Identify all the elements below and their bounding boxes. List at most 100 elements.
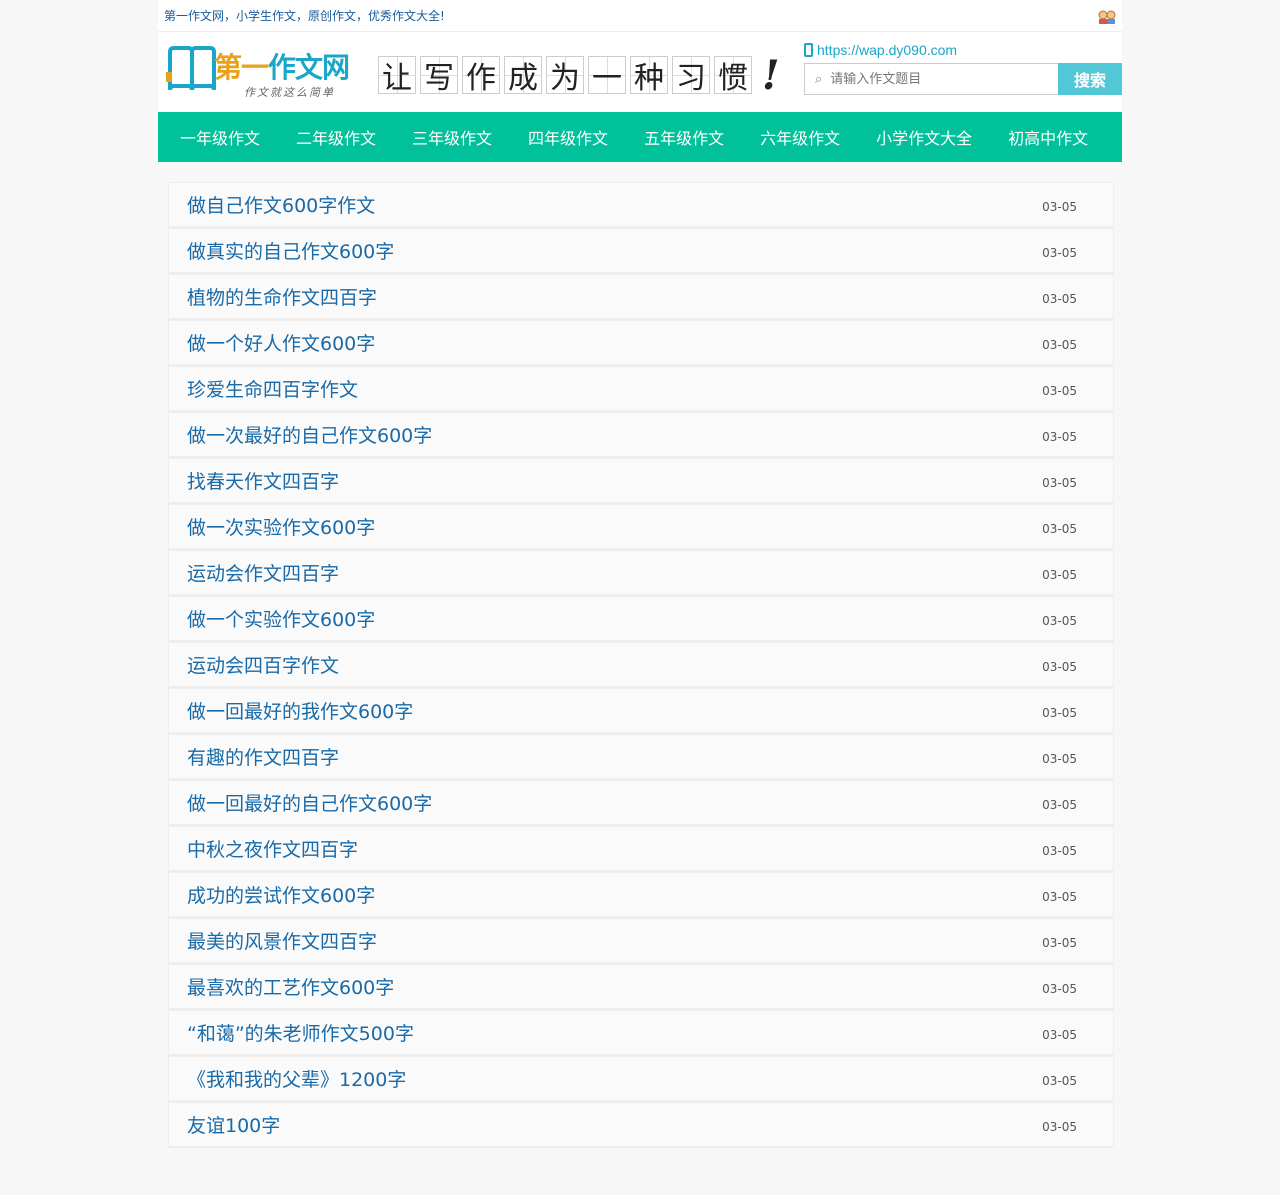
motto-char: 习 — [672, 56, 710, 96]
article-date: 03-05 — [1042, 1119, 1077, 1134]
motto-char: 一 — [588, 56, 626, 96]
article-date: 03-05 — [1042, 521, 1077, 536]
list-item: “和蔼”的朱老师作文500字 03-05 — [168, 1010, 1114, 1056]
motto-banner: 让写作成为一种习惯! — [378, 50, 780, 100]
nav-item[interactable]: 初高中作文 — [1008, 125, 1088, 149]
list-item: 成功的尝试作文600字 03-05 — [168, 872, 1114, 918]
article-title-link[interactable]: 成功的尝试作文600字 — [187, 881, 375, 908]
nav-item[interactable]: 二年级作文 — [296, 125, 376, 149]
article-date: 03-05 — [1042, 705, 1077, 720]
search-icon: ⌕ — [815, 71, 823, 87]
article-title-link[interactable]: 找春天作文四百字 — [187, 467, 339, 494]
site-logo[interactable]: 第一作文网 作文就这么简单 — [164, 40, 364, 102]
motto-char: 让 — [378, 56, 416, 96]
article-date: 03-05 — [1042, 935, 1077, 950]
article-date: 03-05 — [1042, 1027, 1077, 1042]
article-title-link[interactable]: 做一回最好的自己作文600字 — [187, 789, 432, 816]
site-header: 第一作文网 作文就这么简单 让写作成为一种习惯! https://wap.dy0… — [158, 32, 1122, 112]
article-date: 03-05 — [1042, 199, 1077, 214]
article-title-link[interactable]: 做一次最好的自己作文600字 — [187, 421, 432, 448]
list-item: 找春天作文四百字 03-05 — [168, 458, 1114, 504]
article-date: 03-05 — [1042, 751, 1077, 766]
mobile-link-text: https://wap.dy090.com — [817, 42, 958, 58]
list-item: 植物的生命作文四百字 03-05 — [168, 274, 1114, 320]
search-field: ⌕ — [804, 63, 1058, 95]
list-item: 运动会四百字作文 03-05 — [168, 642, 1114, 688]
article-title-link[interactable]: 运动会作文四百字 — [187, 559, 339, 586]
top-bar: 第一作文网，小学生作文，原创作文，优秀作文大全! — [158, 0, 1122, 32]
article-date: 03-05 — [1042, 613, 1077, 628]
search-input[interactable] — [828, 70, 1033, 88]
nav-item[interactable]: 五年级作文 — [644, 125, 724, 149]
motto-char: 成 — [504, 56, 542, 96]
nav-item[interactable]: 四年级作文 — [528, 125, 608, 149]
motto-char: 作 — [462, 56, 500, 96]
article-date: 03-05 — [1042, 337, 1077, 352]
article-date: 03-05 — [1042, 291, 1077, 306]
search-box: ⌕ 搜索 — [804, 63, 1122, 95]
article-title-link[interactable]: 做自己作文600字作文 — [187, 191, 375, 218]
article-title-link[interactable]: 中秋之夜作文四百字 — [187, 835, 358, 862]
article-title-link[interactable]: 最喜欢的工艺作文600字 — [187, 973, 394, 1000]
article-title-link[interactable]: 有趣的作文四百字 — [187, 743, 339, 770]
motto-char: 为 — [546, 56, 584, 96]
list-item: 做一次实验作文600字 03-05 — [168, 504, 1114, 550]
list-item: 做一个好人作文600字 03-05 — [168, 320, 1114, 366]
list-item: 运动会作文四百字 03-05 — [168, 550, 1114, 596]
site-slogan: 第一作文网，小学生作文，原创作文，优秀作文大全! — [164, 9, 445, 23]
logo-title: 第一作文网 — [214, 51, 350, 84]
mobile-site-link[interactable]: https://wap.dy090.com — [804, 42, 957, 58]
logo-subtitle: 作文就这么简单 — [244, 86, 335, 99]
motto-exclamation: ! — [762, 51, 780, 99]
list-item: 最美的风景作文四百字 03-05 — [168, 918, 1114, 964]
list-item: 做一回最好的自己作文600字 03-05 — [168, 780, 1114, 826]
list-item: 最喜欢的工艺作文600字 03-05 — [168, 964, 1114, 1010]
article-title-link[interactable]: 植物的生命作文四百字 — [187, 283, 377, 310]
article-title-link[interactable]: 做一个好人作文600字 — [187, 329, 375, 356]
article-date: 03-05 — [1042, 1073, 1077, 1088]
page-wrapper: 第一作文网，小学生作文，原创作文，优秀作文大全! 第一作文网 作文就这么简单 让… — [158, 0, 1122, 1148]
article-title-link[interactable]: 做一回最好的我作文600字 — [187, 697, 413, 724]
article-title-link[interactable]: 友谊100字 — [187, 1111, 280, 1138]
book-icon — [166, 46, 216, 91]
phone-icon — [804, 43, 813, 57]
article-title-link[interactable]: 最美的风景作文四百字 — [187, 927, 377, 954]
list-item: 有趣的作文四百字 03-05 — [168, 734, 1114, 780]
article-date: 03-05 — [1042, 383, 1077, 398]
list-item: 做一回最好的我作文600字 03-05 — [168, 688, 1114, 734]
article-date: 03-05 — [1042, 429, 1077, 444]
list-item: 友谊100字 03-05 — [168, 1102, 1114, 1148]
nav-item[interactable]: 六年级作文 — [760, 125, 840, 149]
article-date: 03-05 — [1042, 889, 1077, 904]
article-date: 03-05 — [1042, 659, 1077, 674]
list-item: 做一次最好的自己作文600字 03-05 — [168, 412, 1114, 458]
search-button[interactable]: 搜索 — [1058, 63, 1122, 95]
motto-char: 写 — [420, 56, 458, 96]
article-date: 03-05 — [1042, 475, 1077, 490]
article-title-link[interactable]: 《我和我的父辈》1200字 — [187, 1065, 406, 1092]
article-title-link[interactable]: 做真实的自己作文600字 — [187, 237, 394, 264]
article-title-link[interactable]: 做一次实验作文600字 — [187, 513, 375, 540]
nav-item[interactable]: 三年级作文 — [412, 125, 492, 149]
list-item: 《我和我的父辈》1200字 03-05 — [168, 1056, 1114, 1102]
motto-char: 惯 — [714, 56, 752, 96]
article-date: 03-05 — [1042, 797, 1077, 812]
people-icon[interactable] — [1098, 9, 1116, 24]
nav-item[interactable]: 小学作文大全 — [876, 125, 972, 149]
main-nav: 一年级作文 二年级作文 三年级作文 四年级作文 五年级作文 六年级作文 小学作文大全 初高中作… — [158, 112, 1122, 162]
list-item: 做真实的自己作文600字 03-05 — [168, 228, 1114, 274]
article-title-link[interactable]: 珍爱生命四百字作文 — [187, 375, 358, 402]
list-item: 做一个实验作文600字 03-05 — [168, 596, 1114, 642]
motto-char: 种 — [630, 56, 668, 96]
article-list: 做自己作文600字作文 03-05 做真实的自己作文600字 03-05 植物的生命作文… — [168, 182, 1114, 1148]
article-date: 03-05 — [1042, 843, 1077, 858]
article-title-link[interactable]: “和蔼”的朱老师作文500字 — [187, 1019, 414, 1046]
article-title-link[interactable]: 运动会四百字作文 — [187, 651, 339, 678]
nav-item[interactable]: 一年级作文 — [180, 125, 260, 149]
list-item: 中秋之夜作文四百字 03-05 — [168, 826, 1114, 872]
article-title-link[interactable]: 做一个实验作文600字 — [187, 605, 375, 632]
article-date: 03-05 — [1042, 567, 1077, 582]
list-item: 做自己作文600字作文 03-05 — [168, 182, 1114, 228]
article-date: 03-05 — [1042, 245, 1077, 260]
article-date: 03-05 — [1042, 981, 1077, 996]
